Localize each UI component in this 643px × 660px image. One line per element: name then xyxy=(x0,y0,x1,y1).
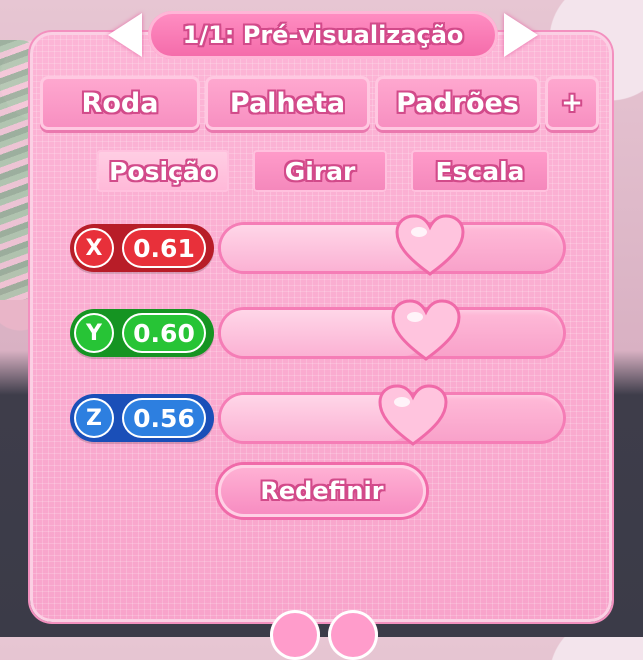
plus-icon: + xyxy=(561,88,583,118)
slider-track-y[interactable] xyxy=(218,299,566,361)
deco-circle xyxy=(328,610,378,660)
subtab-rotate[interactable]: Girar xyxy=(253,150,387,192)
main-tabs: Roda Palheta Padrões + xyxy=(40,76,599,130)
tab-wheel[interactable]: Roda xyxy=(40,76,200,130)
axis-letter-x: X xyxy=(74,228,114,268)
tab-wheel-label: Roda xyxy=(81,87,159,119)
subtab-rotate-label: Girar xyxy=(284,156,356,186)
bottom-decoration xyxy=(270,610,380,660)
preview-header: 1/1: Pré-visualização xyxy=(108,6,538,64)
tab-palette[interactable]: Palheta xyxy=(205,76,370,130)
deco-circle xyxy=(270,610,320,660)
reset-button[interactable]: Redefinir xyxy=(218,465,426,517)
arrow-left-icon[interactable] xyxy=(108,13,142,57)
heart-handle-icon[interactable] xyxy=(391,299,461,363)
slider-track-z[interactable] xyxy=(218,384,566,446)
heart-handle-icon[interactable] xyxy=(395,214,465,278)
axis-letter-y: Y xyxy=(74,313,114,353)
axis-badge-z: Z 0.56 xyxy=(70,394,214,442)
tab-patterns-label: Padrões xyxy=(396,87,519,119)
axis-badge-x: X 0.61 xyxy=(70,224,214,272)
tab-palette-label: Palheta xyxy=(229,87,346,119)
add-tab-button[interactable]: + xyxy=(545,76,599,130)
axis-row-y: Y 0.60 xyxy=(70,299,570,361)
transform-subtabs: Posição Girar Escala xyxy=(97,150,549,192)
axis-letter-z: Z xyxy=(74,398,114,438)
tab-patterns[interactable]: Padrões xyxy=(375,76,540,130)
page-title: 1/1: Pré-visualização xyxy=(182,21,464,49)
heart-handle-icon[interactable] xyxy=(378,384,448,448)
axis-value-z: 0.56 xyxy=(122,398,206,438)
axis-row-z: Z 0.56 xyxy=(70,384,570,446)
axis-badge-y: Y 0.60 xyxy=(70,309,214,357)
arrow-right-icon[interactable] xyxy=(504,13,538,57)
subtab-position[interactable]: Posição xyxy=(97,150,229,192)
axis-value-x: 0.61 xyxy=(122,228,206,268)
reset-button-label: Redefinir xyxy=(260,477,384,505)
title-pill: 1/1: Pré-visualização xyxy=(148,11,498,59)
subtab-scale[interactable]: Escala xyxy=(411,150,549,192)
subtab-scale-label: Escala xyxy=(435,156,525,186)
axis-value-y: 0.60 xyxy=(122,313,206,353)
slider-track-x[interactable] xyxy=(218,214,566,276)
subtab-position-label: Posição xyxy=(109,156,217,186)
axis-row-x: X 0.61 xyxy=(70,214,570,276)
